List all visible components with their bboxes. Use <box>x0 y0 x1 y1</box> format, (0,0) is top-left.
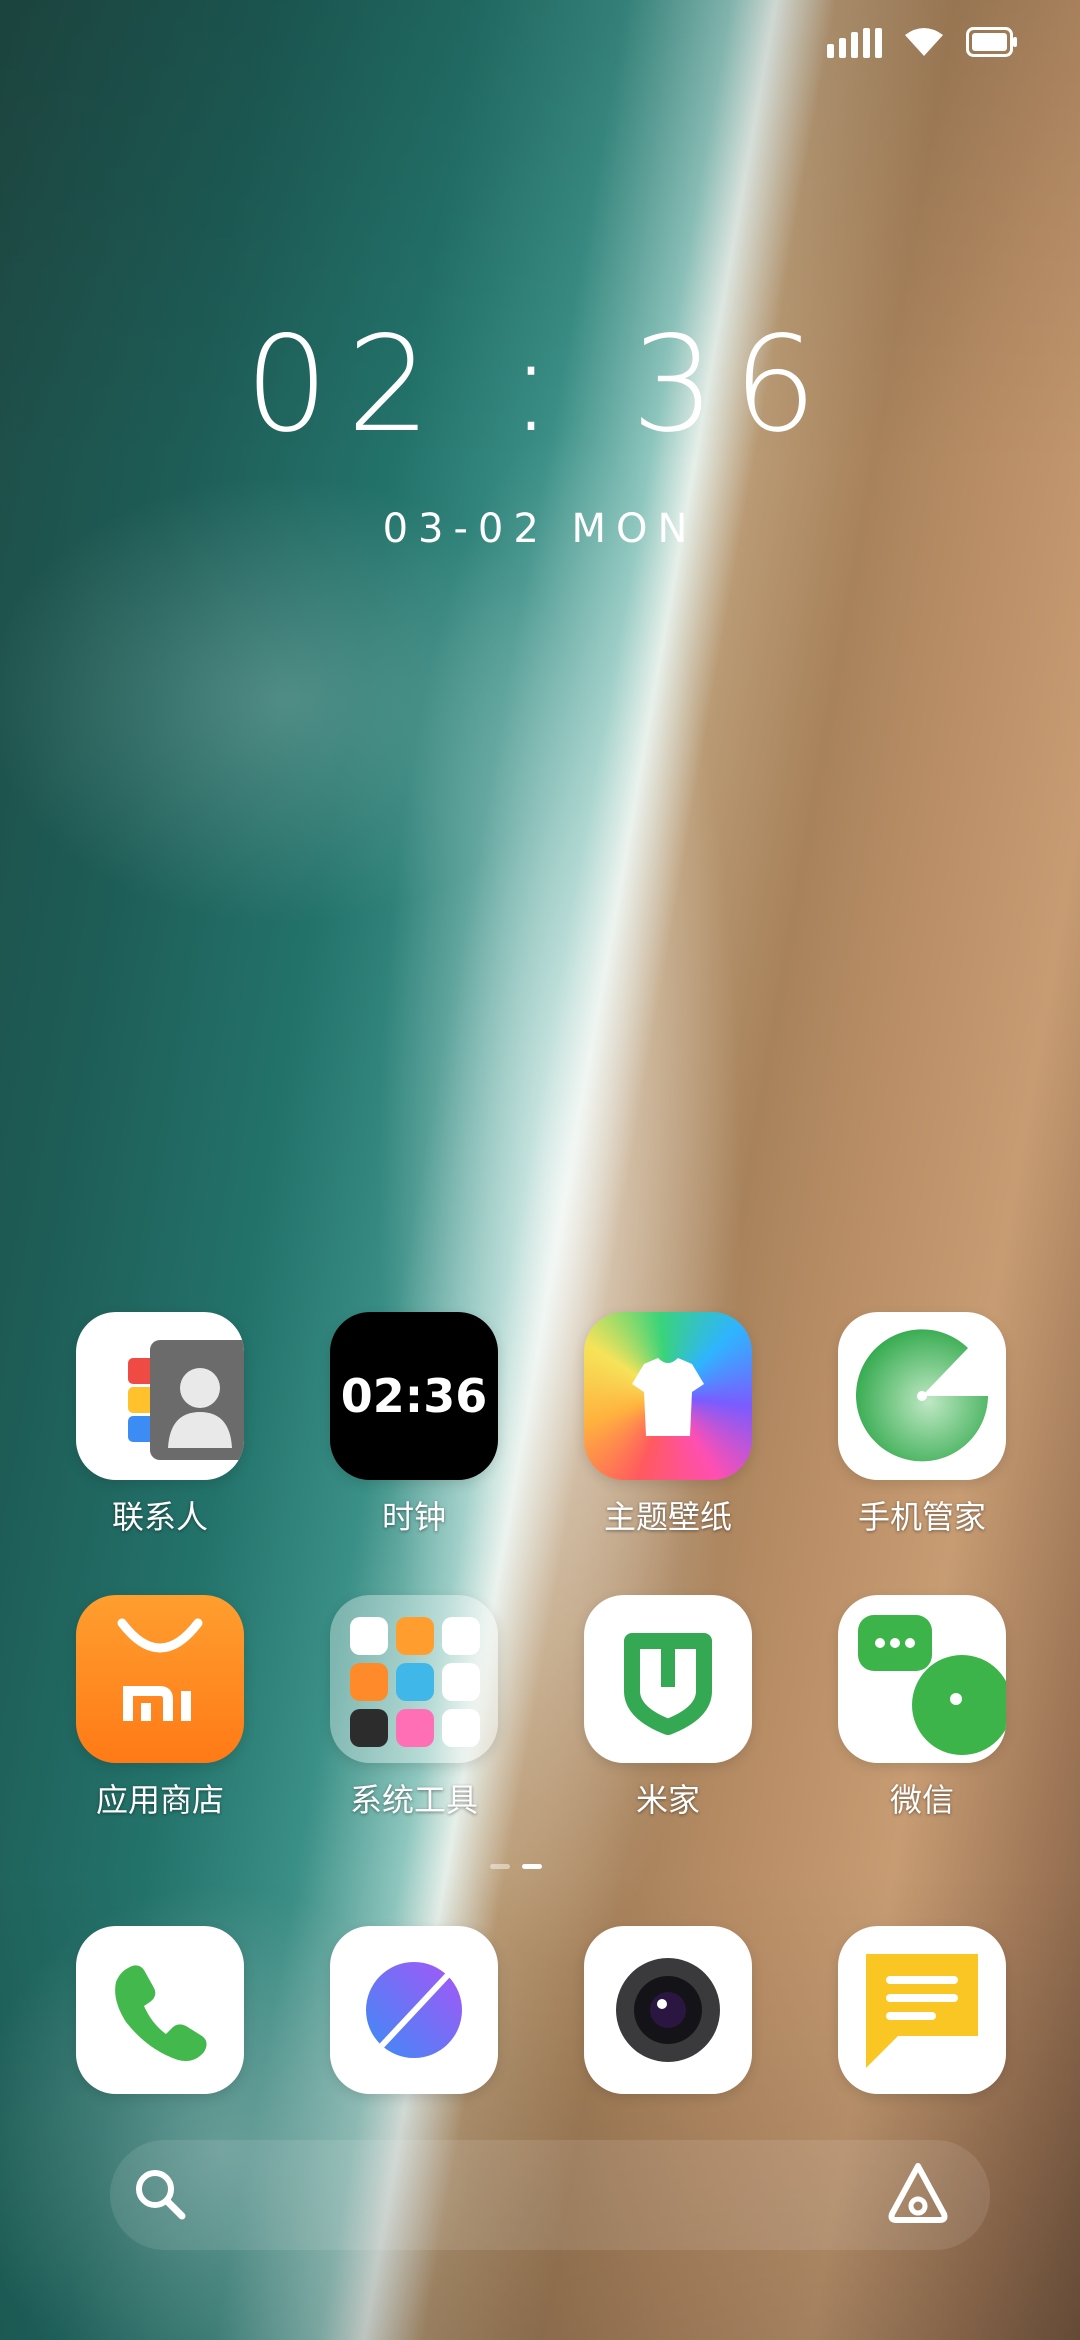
signal-icon <box>827 26 882 58</box>
themes-icon <box>584 1312 752 1480</box>
app-themes[interactable]: 主题壁纸 <box>568 1312 768 1538</box>
app-store-icon <box>76 1595 244 1763</box>
search-icon[interactable] <box>130 2164 190 2228</box>
mi-home-icon <box>584 1595 752 1763</box>
app-label: 微信 <box>889 1781 954 1819</box>
app-label: 米家 <box>635 1781 700 1819</box>
search-bar[interactable] <box>110 2140 990 2250</box>
app-label: 联系人 <box>111 1498 208 1536</box>
messages-icon <box>838 1926 1006 2094</box>
app-label: 时钟 <box>381 1498 446 1536</box>
app-label: 系统工具 <box>349 1781 478 1819</box>
phone-icon <box>76 1926 244 2094</box>
battery-icon <box>966 27 1018 57</box>
app-label: 手机管家 <box>857 1498 986 1536</box>
camera-icon <box>584 1926 752 2094</box>
browser-icon <box>330 1926 498 2094</box>
dock-messages[interactable] <box>822 1926 1022 2094</box>
folder-icon <box>330 1595 498 1763</box>
assistant-icon[interactable] <box>884 2160 952 2232</box>
status-bar <box>827 26 1018 58</box>
dock-browser[interactable] <box>314 1926 514 2094</box>
app-folder-system-tools[interactable]: 系统工具 <box>314 1595 514 1821</box>
dock-camera[interactable] <box>568 1926 768 2094</box>
app-clock[interactable]: 02:36 时钟 <box>314 1312 514 1538</box>
app-mi-home[interactable]: 米家 <box>568 1595 768 1821</box>
wifi-icon <box>904 27 944 57</box>
page-dot-active <box>522 1864 542 1869</box>
wechat-icon <box>838 1595 1006 1763</box>
app-label: 主题壁纸 <box>603 1498 732 1536</box>
contacts-icon <box>76 1312 244 1480</box>
app-label: 应用商店 <box>95 1781 224 1819</box>
page-dot <box>490 1864 510 1869</box>
app-wechat[interactable]: 微信 <box>822 1595 1022 1821</box>
clock-app-icon: 02:36 <box>330 1312 498 1480</box>
clock-app-time: 02:36 <box>340 1369 488 1423</box>
security-icon <box>838 1312 1006 1480</box>
page-indicator <box>490 1864 542 1869</box>
dock-phone[interactable] <box>60 1926 260 2094</box>
app-security[interactable]: 手机管家 <box>822 1312 1022 1538</box>
clock-date[interactable]: 03-02 MON <box>0 506 1080 552</box>
app-contacts[interactable]: 联系人 <box>60 1312 260 1538</box>
clock-time[interactable]: 02 : 36 <box>0 319 1080 451</box>
app-app-store[interactable]: 应用商店 <box>60 1595 260 1821</box>
